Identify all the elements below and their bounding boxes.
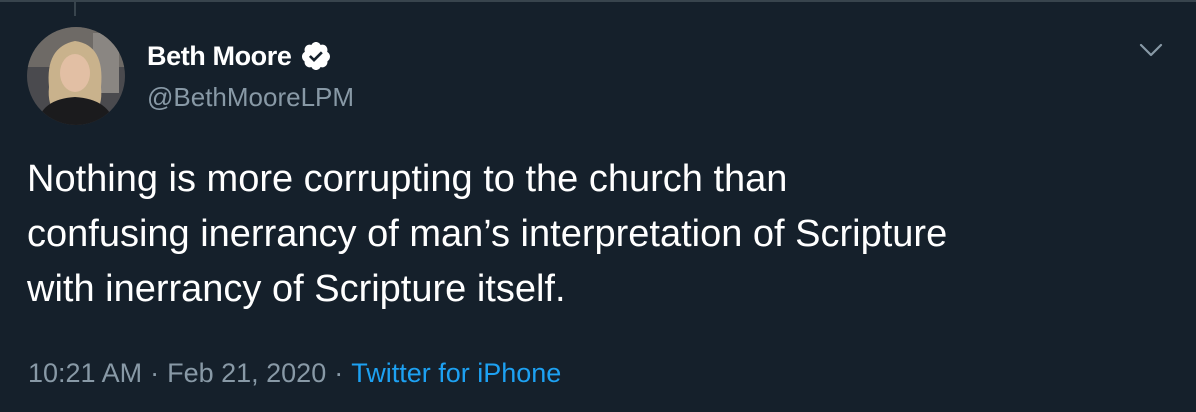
- meta-separator: ·: [150, 358, 160, 388]
- tweet-text: Nothing is more corrupting to the church…: [27, 158, 948, 310]
- author-display-name[interactable]: Beth Moore: [147, 41, 292, 72]
- verified-badge-icon: [301, 42, 330, 70]
- meta-separator: ·: [334, 358, 344, 388]
- tweet-author: Beth Moore @BethMooreLPM: [147, 38, 354, 113]
- tweet-time[interactable]: 10:21 AM: [28, 358, 142, 389]
- tweet-date[interactable]: Feb 21, 2020: [167, 358, 326, 389]
- author-handle[interactable]: @BethMooreLPM: [147, 82, 354, 113]
- avatar-photo-icon: [27, 27, 125, 125]
- tweet-metadata: 10:21 AM · Feb 21, 2020 · Twitter for iP…: [28, 358, 561, 389]
- tweet-source-link[interactable]: Twitter for iPhone: [351, 358, 561, 389]
- chevron-down-icon[interactable]: [1138, 40, 1164, 60]
- avatar[interactable]: [27, 27, 125, 125]
- author-name-row: Beth Moore: [147, 38, 354, 74]
- tweet-card[interactable]: Beth Moore @BethMooreLPM Nothing is more…: [0, 0, 1196, 412]
